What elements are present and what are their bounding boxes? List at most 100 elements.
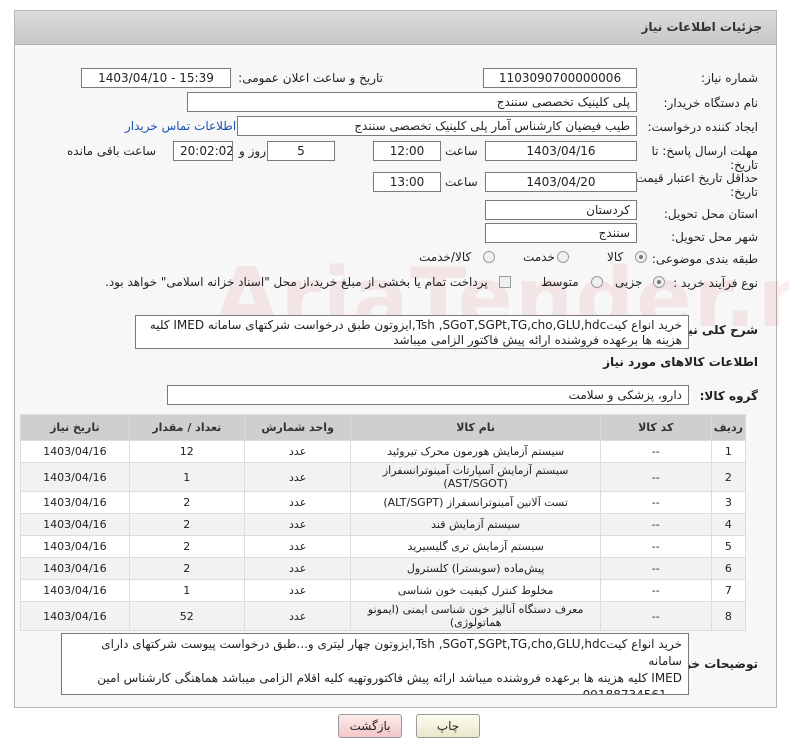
validity-date-field: 1403/04/20 xyxy=(485,172,637,192)
remaining-time-field: 20:02:02 xyxy=(173,141,233,161)
table-row: 2 -- سیستم آزمایش آسپارتات آمینوترانسفرا… xyxy=(20,462,747,492)
category-option-service: خدمت xyxy=(523,250,555,264)
item-code: -- xyxy=(599,513,712,536)
item-unit: عدد xyxy=(243,535,352,558)
process-option-medium: متوسط xyxy=(541,275,579,289)
category-label: طبقه بندی موضوعی: xyxy=(651,252,758,266)
table-row: 6 -- پیش‌ماده (سوبسترا) کلسترول عدد 2 14… xyxy=(20,557,747,580)
process-radio-medium[interactable] xyxy=(591,276,603,288)
item-code: -- xyxy=(599,462,712,492)
row-number: 4 xyxy=(710,513,747,536)
item-need-date: 1403/04/16 xyxy=(20,462,130,492)
item-quantity: 12 xyxy=(128,440,245,463)
category-option-both: کالا/خدمت xyxy=(419,250,472,264)
table-row: 8 -- معرف دستگاه آنالیز خون شناسی ایمنی … xyxy=(20,601,747,631)
col-need-date: تاریخ نیاز xyxy=(20,414,130,441)
item-unit: عدد xyxy=(243,440,352,463)
item-quantity: 2 xyxy=(128,535,245,558)
category-radio-both[interactable] xyxy=(483,251,495,263)
table-row: 5 -- سیستم آزمایش تری گلیسیرید عدد 2 140… xyxy=(20,535,747,558)
process-option-minor: جزیی xyxy=(615,275,643,289)
days-field: 5 xyxy=(267,141,335,161)
item-quantity: 52 xyxy=(128,601,245,631)
page-title: جزئیات اطلاعات نیاز xyxy=(641,20,762,34)
item-need-date: 1403/04/16 xyxy=(20,557,130,580)
item-quantity: 2 xyxy=(128,557,245,580)
item-code: -- xyxy=(599,491,712,514)
row-number: 3 xyxy=(710,491,747,514)
deadline-label-2: تاریخ: xyxy=(730,158,758,172)
row-number: 6 xyxy=(710,557,747,580)
item-need-date: 1403/04/16 xyxy=(20,513,130,536)
payment-note: پرداخت تمام یا بخشی از مبلغ خرید،از محل … xyxy=(105,275,488,289)
goods-group-field: دارو، پزشکی و سلامت xyxy=(167,385,689,405)
table-row: 1 -- سیستم آزمایش هورمون محرک تیروئید عد… xyxy=(20,440,747,463)
process-radio-minor[interactable] xyxy=(653,276,665,288)
item-quantity: 1 xyxy=(128,579,245,602)
need-number-field: 1103090700000006 xyxy=(483,68,637,88)
category-radio-service[interactable] xyxy=(557,251,569,263)
goods-table: ردیف کد کالا نام کالا واحد شمارش تعداد /… xyxy=(20,414,747,631)
remaining-label: ساعت باقی مانده xyxy=(67,144,157,158)
announce-field: 1403/04/10 - 15:39 xyxy=(81,68,231,88)
col-item-name: نام کالا xyxy=(350,414,601,441)
item-name: تست آلانین آمینوترانسفراز (ALT/SGPT) xyxy=(350,491,601,514)
row-number: 1 xyxy=(710,440,747,463)
city-field: سنندج xyxy=(485,223,637,243)
item-name: معرف دستگاه آنالیز خون شناسی ایمنی (ایمو… xyxy=(350,601,601,631)
item-quantity: 2 xyxy=(128,491,245,514)
row-number: 2 xyxy=(710,462,747,492)
buyer-notes-textarea: خرید انواع کیتTsh ,SGoT,SGPt,TG,cho,GLU,… xyxy=(61,633,689,695)
item-name: سیستم آزمایش آسپارتات آمینوترانسفراز (AS… xyxy=(350,462,601,492)
summary-textarea: خرید انواع کیتTsh ,SGoT,SGPt,TG,cho,GLU,… xyxy=(135,315,689,349)
buyer-notes-line-1: خرید انواع کیتTsh ,SGoT,SGPt,TG,cho,GLU,… xyxy=(101,637,682,668)
table-row: 4 -- سیستم آزمایش قند عدد 2 1403/04/16 xyxy=(20,513,747,536)
print-button[interactable]: چاپ xyxy=(416,714,480,738)
deadline-date-field: 1403/04/16 xyxy=(485,141,637,161)
validity-label-2: تاریخ: xyxy=(730,185,758,199)
item-unit: عدد xyxy=(243,462,352,492)
item-code: -- xyxy=(599,557,712,580)
item-need-date: 1403/04/16 xyxy=(20,440,130,463)
col-unit: واحد شمارش xyxy=(243,414,352,441)
row-number: 7 xyxy=(710,579,747,602)
goods-group-label: گروه کالا: xyxy=(699,389,758,403)
validity-label: حداقل تاریخ اعتبار قیمت: تا xyxy=(620,171,758,185)
back-button[interactable]: بازگشت xyxy=(338,714,402,738)
col-item-code: کد کالا xyxy=(599,414,712,441)
days-label: روز و xyxy=(239,144,266,158)
validity-time-field: 13:00 xyxy=(373,172,441,192)
item-code: -- xyxy=(599,535,712,558)
item-need-date: 1403/04/16 xyxy=(20,491,130,514)
item-unit: عدد xyxy=(243,491,352,514)
item-code: -- xyxy=(599,440,712,463)
item-name: مخلوط کنترل کیفیت خون شناسی xyxy=(350,579,601,602)
item-need-date: 1403/04/16 xyxy=(20,535,130,558)
category-radio-goods[interactable] xyxy=(635,251,647,263)
buyer-notes-line-3: پور09188734561 xyxy=(582,688,682,695)
table-row: 3 -- تست آلانین آمینوترانسفراز (ALT/SGPT… xyxy=(20,491,747,514)
col-quantity: تعداد / مقدار xyxy=(128,414,245,441)
item-unit: عدد xyxy=(243,601,352,631)
buyer-contact-link[interactable]: اطلاعات تماس خریدار xyxy=(125,119,236,133)
process-label: نوع فرآیند خرید : xyxy=(673,276,758,290)
creator-field: طیب فیضیان کارشناس آمار پلی کلینیک تخصصی… xyxy=(237,116,637,136)
item-name: سیستم آزمایش قند xyxy=(350,513,601,536)
item-code: -- xyxy=(599,601,712,631)
province-label: استان محل تحویل: xyxy=(663,207,758,221)
buyer-org-field: پلی کلینیک تخصصی سنندج xyxy=(187,92,637,112)
item-name: سیستم آزمایش هورمون محرک تیروئید xyxy=(350,440,601,463)
item-need-date: 1403/04/16 xyxy=(20,601,130,631)
treasury-checkbox[interactable] xyxy=(499,276,511,288)
item-unit: عدد xyxy=(243,557,352,580)
item-code: -- xyxy=(599,579,712,602)
item-need-date: 1403/04/16 xyxy=(20,579,130,602)
item-unit: عدد xyxy=(243,579,352,602)
goods-section-title: اطلاعات کالاهای مورد نیاز xyxy=(603,355,758,369)
row-number: 8 xyxy=(710,601,747,631)
panel-header: جزئیات اطلاعات نیاز xyxy=(15,11,776,45)
announce-label: تاریخ و ساعت اعلان عمومی: xyxy=(238,71,383,85)
need-number-label: شماره نیاز: xyxy=(701,71,758,85)
province-field: کردستان xyxy=(485,200,637,220)
col-row-number: ردیف xyxy=(710,414,747,441)
